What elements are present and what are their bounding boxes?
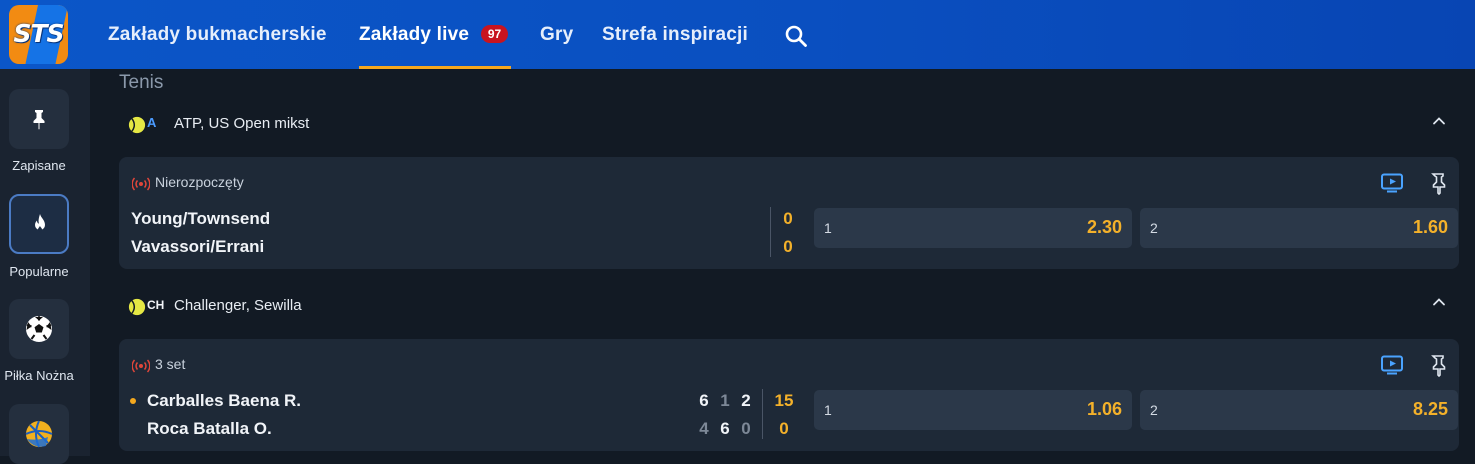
live-stream-icon[interactable] bbox=[1381, 173, 1403, 193]
flame-icon bbox=[35, 214, 45, 232]
sport-sidebar: Zapisane Popularne Piłka Nożna bbox=[0, 69, 90, 464]
score-divider bbox=[762, 389, 763, 439]
team-home: Young/Townsend bbox=[131, 209, 271, 228]
sidebar-label-popularne: Popularne bbox=[9, 264, 69, 279]
pin-icon bbox=[33, 110, 45, 130]
sts-logo[interactable]: STS bbox=[9, 5, 68, 64]
live-broadcast-icon bbox=[132, 359, 150, 373]
sidebar-label-pilka-nozna: Piłka Nożna bbox=[4, 368, 74, 383]
top-header: STS Zakłady bukmacherskie Zakłady live 9… bbox=[0, 0, 1475, 69]
sidebar-item-pilka-nozna[interactable] bbox=[9, 299, 69, 359]
pin-match-icon[interactable] bbox=[1430, 355, 1446, 377]
sidebar-item-koszykowka[interactable] bbox=[9, 404, 69, 464]
team-away: Roca Batalla O. bbox=[147, 419, 272, 438]
odds-label: 2 bbox=[1150, 402, 1158, 418]
points-away: 0 bbox=[779, 419, 789, 438]
set-score: 6 bbox=[720, 419, 730, 438]
search-icon[interactable] bbox=[784, 24, 808, 48]
odds-label: 1 bbox=[824, 220, 832, 236]
match-card[interactable]: Nierozpoczęty Young/Townsend Vavassori/E… bbox=[119, 157, 1459, 269]
match-status: Nierozpoczęty bbox=[155, 174, 244, 190]
live-stream-icon[interactable] bbox=[1381, 355, 1403, 375]
match-status: 3 set bbox=[155, 356, 186, 372]
odds-button-1[interactable]: 1 2.30 bbox=[814, 208, 1132, 248]
odds-button-1[interactable]: 1 1.06 bbox=[814, 390, 1132, 430]
league-header[interactable]: CH Challenger, Sewilla bbox=[128, 295, 428, 319]
odds-label: 2 bbox=[1150, 220, 1158, 236]
league-name: Challenger, Sewilla bbox=[174, 297, 302, 314]
nav-strefa-inspiracji[interactable]: Strefa inspiracji bbox=[602, 24, 748, 46]
basketball-icon bbox=[25, 420, 53, 448]
serve-indicator bbox=[130, 398, 136, 404]
odds-value: 1.60 bbox=[1412, 217, 1448, 237]
match-card[interactable]: 3 set Carballes Baena R. Roca Batalla O.… bbox=[119, 339, 1459, 451]
chevron-up-icon[interactable] bbox=[1431, 113, 1447, 129]
main-content: Tenis A ATP, US Open mikst Nierozpoczęty… bbox=[90, 69, 1475, 456]
set-score: 1 bbox=[720, 391, 730, 410]
odds-value: 2.30 bbox=[1086, 217, 1122, 237]
sidebar-item-popularne[interactable] bbox=[9, 194, 69, 254]
sidebar-label-zapisane: Zapisane bbox=[12, 158, 66, 173]
score-divider bbox=[770, 207, 771, 257]
soccer-ball-icon bbox=[26, 316, 52, 342]
odds-button-2[interactable]: 2 1.60 bbox=[1140, 208, 1458, 248]
pin-match-icon[interactable] bbox=[1430, 173, 1446, 195]
points-away: 0 bbox=[783, 237, 793, 256]
points-home: 0 bbox=[783, 209, 793, 228]
league-name: ATP, US Open mikst bbox=[174, 115, 310, 132]
set-score: 0 bbox=[741, 419, 751, 438]
sport-title: Tenis bbox=[119, 72, 164, 93]
sidebar-item-zapisane[interactable] bbox=[9, 89, 69, 149]
nav-zaklady-bukmacherskie[interactable]: Zakłady bukmacherskie bbox=[108, 24, 327, 46]
odds-value: 8.25 bbox=[1412, 399, 1448, 419]
odds-label: 1 bbox=[824, 402, 832, 418]
odds-value: 1.06 bbox=[1086, 399, 1122, 419]
tennis-ball-icon bbox=[128, 116, 146, 134]
tennis-ball-icon bbox=[128, 298, 146, 316]
set-score: 2 bbox=[741, 391, 751, 410]
team-away: Vavassori/Errani bbox=[131, 237, 265, 256]
set-score: 4 bbox=[699, 419, 709, 438]
league-code: A bbox=[147, 115, 157, 130]
live-broadcast-icon bbox=[132, 177, 150, 191]
set-score: 6 bbox=[699, 391, 709, 410]
points-home: 15 bbox=[774, 391, 794, 410]
odds-button-2[interactable]: 2 8.25 bbox=[1140, 390, 1458, 430]
league-code: CH bbox=[147, 298, 165, 312]
nav-gry[interactable]: Gry bbox=[540, 24, 573, 46]
league-header[interactable]: A ATP, US Open mikst bbox=[128, 113, 428, 137]
team-home: Carballes Baena R. bbox=[147, 391, 302, 410]
live-count-badge: 97 bbox=[481, 25, 508, 43]
chevron-up-icon[interactable] bbox=[1431, 294, 1447, 310]
logo-text: STS bbox=[13, 19, 64, 48]
nav-zaklady-live[interactable]: Zakłady live bbox=[359, 24, 469, 46]
